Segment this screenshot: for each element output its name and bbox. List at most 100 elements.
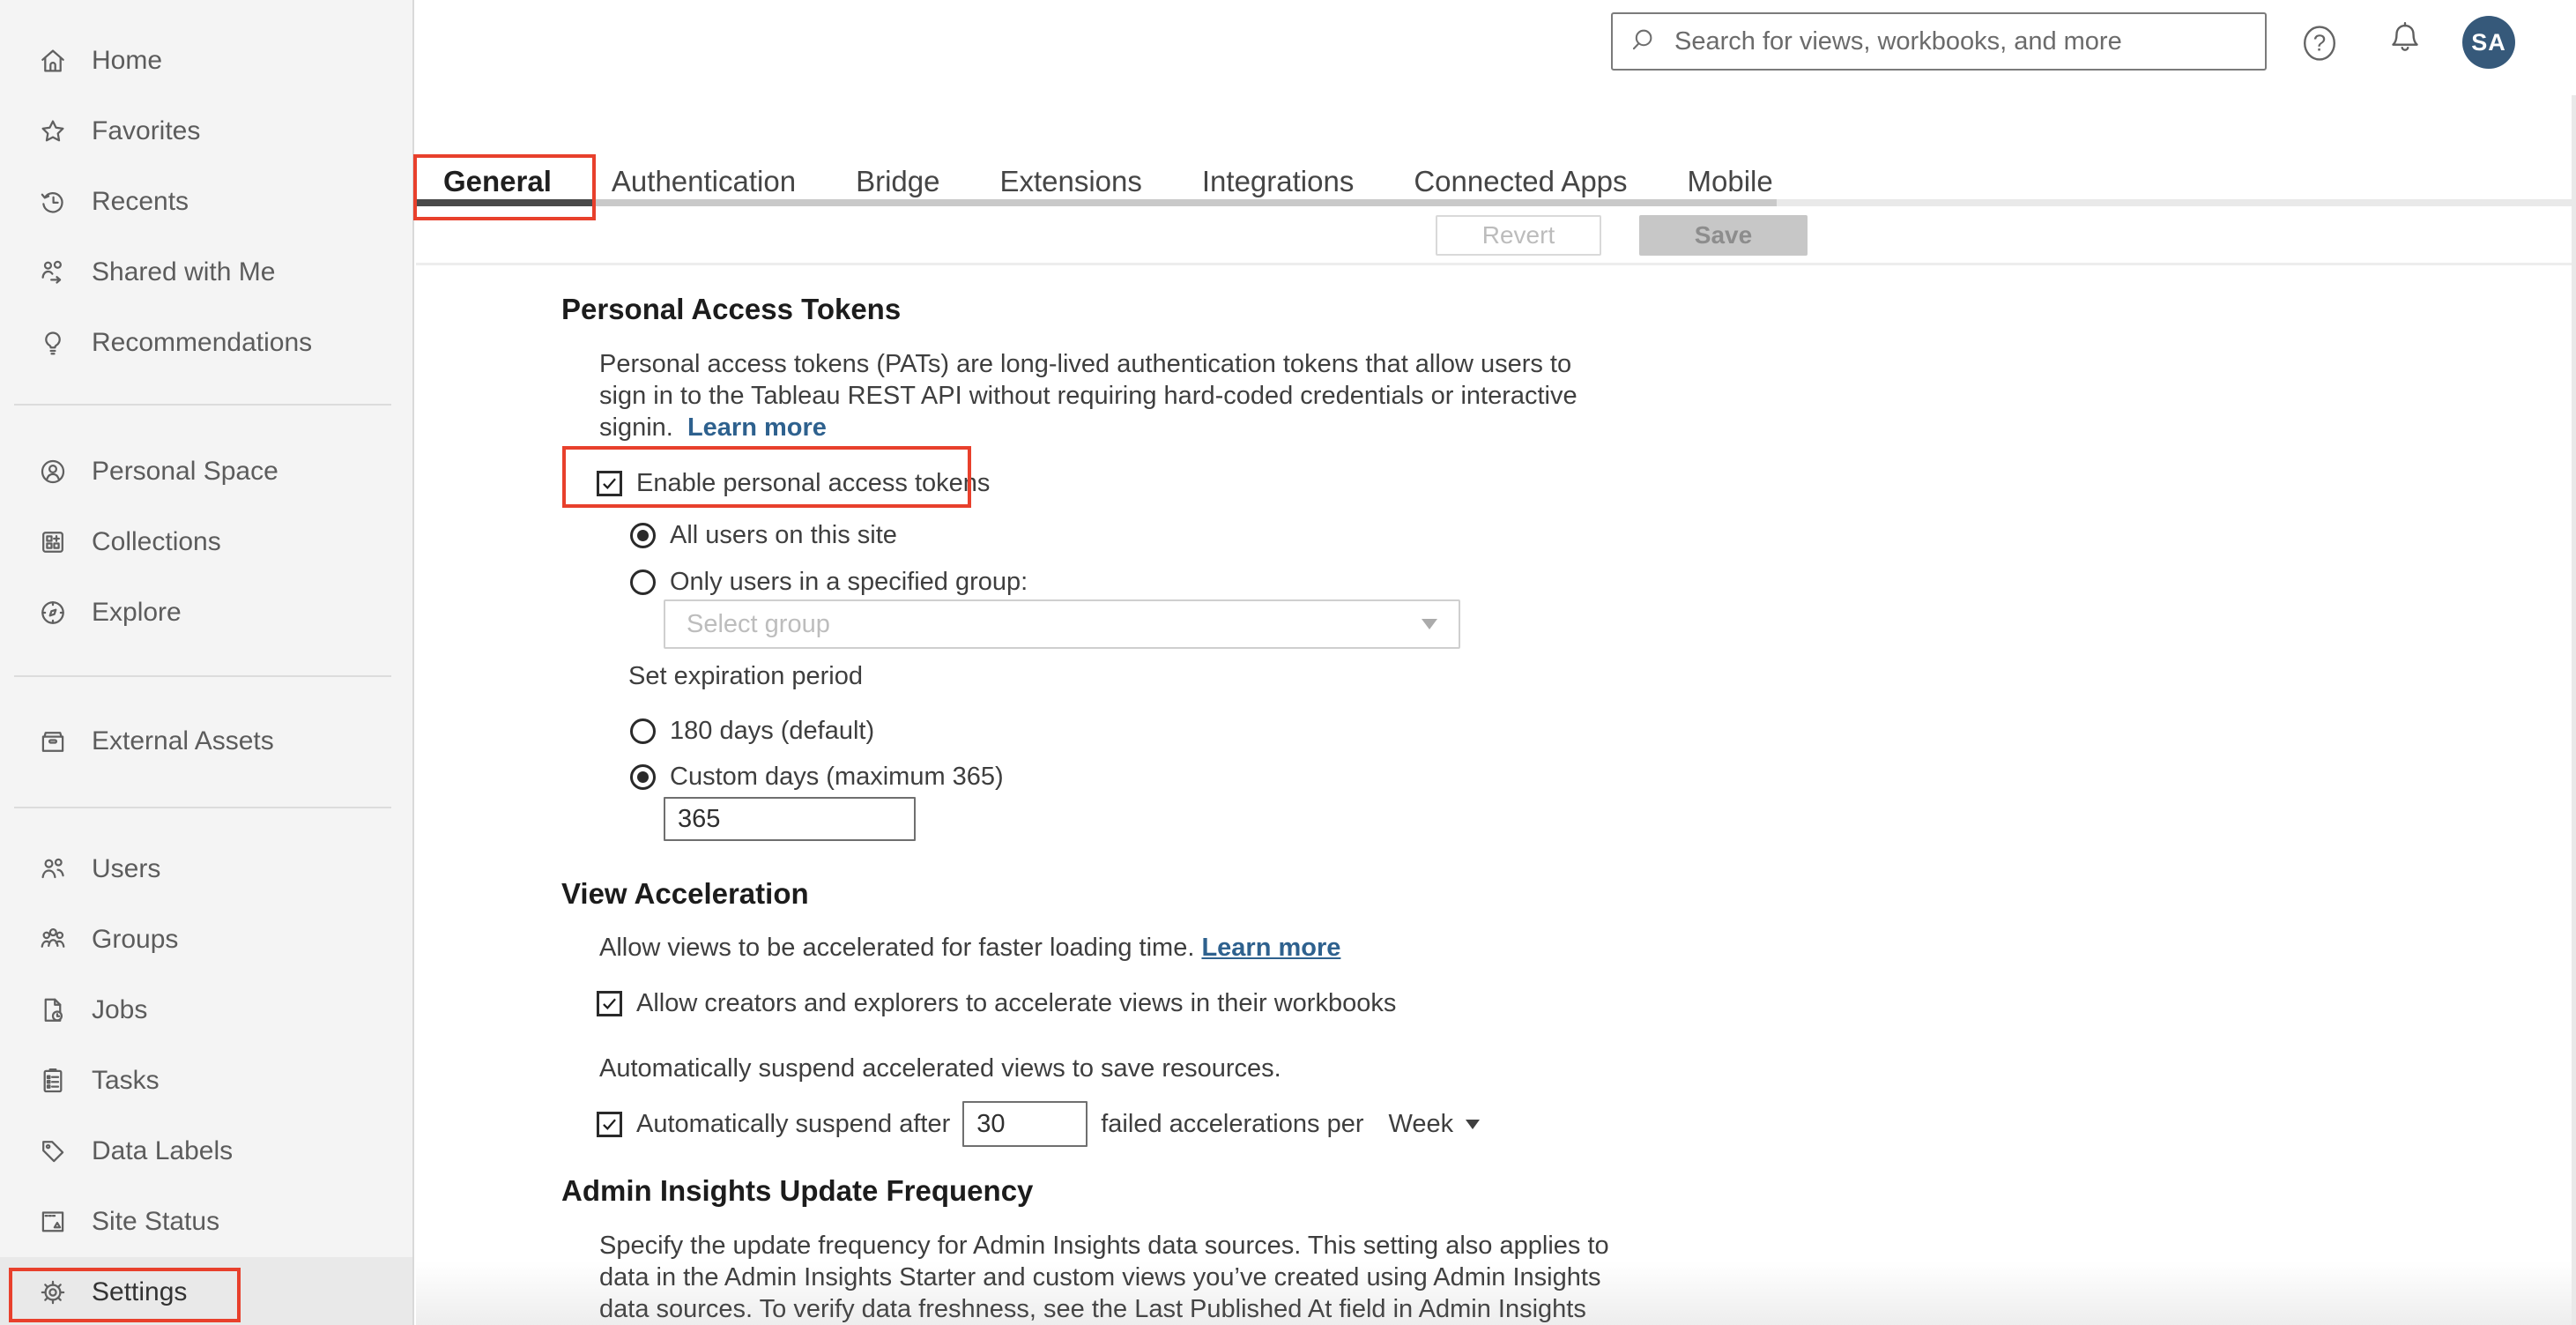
tab-integrations[interactable]: Integrations: [1172, 162, 1384, 201]
admin-insights-title: Admin Insights Update Frequency: [561, 1174, 1034, 1207]
tab-general[interactable]: General: [416, 162, 582, 201]
custom-days-input[interactable]: [664, 797, 916, 841]
pat-scope-group-radio[interactable]: [630, 569, 656, 595]
sidebar-item-label: Shared with Me: [92, 257, 276, 287]
sidebar-item-label: Collections: [92, 527, 221, 556]
tab-connected-apps[interactable]: Connected Apps: [1384, 162, 1657, 201]
explore-icon: [41, 601, 64, 624]
sidebar-item-shared-with-me[interactable]: Shared with Me: [0, 237, 412, 308]
sidebar-item-label: Tasks: [92, 1066, 160, 1095]
sidebar-item-recents[interactable]: Recents: [0, 167, 412, 237]
tab-extensions[interactable]: Extensions: [969, 162, 1171, 201]
toolbar-divider: [416, 263, 2576, 265]
recents-icon: [41, 192, 63, 213]
view-acceleration-description: Allow views to be accelerated for faster…: [599, 933, 1341, 963]
sidebar-item-settings[interactable]: Settings: [0, 1257, 412, 1325]
sidebar-item-label: Site Status: [92, 1207, 220, 1236]
tasks-icon: [43, 1068, 63, 1093]
pat-scope-group-label: Only users in a specified group:: [670, 567, 1028, 596]
checkmark-icon: [603, 478, 616, 489]
pat-scope-all-radio[interactable]: [630, 522, 656, 548]
sidebar-item-label: Settings: [92, 1277, 188, 1306]
sidebar-item-site-status[interactable]: Site Status: [0, 1187, 412, 1257]
site-status-icon: [41, 1211, 64, 1232]
failed-accelerations-input[interactable]: [962, 1101, 1088, 1147]
settings-tab-bar: General Authentication Bridge Extensions…: [416, 162, 1803, 201]
expiration-default-label: 180 days (default): [670, 716, 875, 745]
sidebar-divider: [14, 404, 391, 406]
users-icon: [41, 858, 64, 879]
user-avatar[interactable]: SA: [2462, 16, 2515, 69]
bell-icon: [2392, 22, 2418, 51]
sidebar-item-explore[interactable]: Explore: [0, 577, 412, 648]
search-input[interactable]: [1673, 19, 2265, 64]
global-search[interactable]: [1611, 12, 2267, 71]
group-select-placeholder: Select group: [687, 609, 830, 638]
sidebar-item-tasks[interactable]: Tasks: [0, 1046, 412, 1116]
sidebar-item-external-assets[interactable]: External Assets: [0, 706, 412, 777]
sidebar-item-favorites[interactable]: Favorites: [0, 96, 412, 167]
sidebar-item-recommendations[interactable]: Recommendations: [0, 308, 412, 378]
checkmark-icon: [603, 998, 616, 1009]
expiration-custom-row: Custom days (maximum 365): [630, 758, 1004, 795]
pat-description: Personal access tokens (PATs) are long-l…: [599, 350, 1578, 442]
sidebar-item-label: Explore: [92, 598, 182, 627]
sidebar-item-data-labels[interactable]: Data Labels: [0, 1116, 412, 1187]
recommendations-icon: [45, 331, 61, 355]
expiration-default-row: 180 days (default): [630, 712, 874, 749]
groups-icon: [41, 928, 65, 948]
allow-acceleration-checkbox[interactable]: [597, 990, 622, 1016]
group-select[interactable]: Select group: [664, 599, 1460, 649]
allow-acceleration-label: Allow creators and explorers to accelera…: [636, 988, 1397, 1017]
sidebar-item-home[interactable]: Home: [0, 26, 412, 96]
tab-underline-active: [416, 199, 592, 206]
pat-scope-all-row: All users on this site: [630, 517, 897, 554]
allow-acceleration-row: Allow creators and explorers to accelera…: [597, 985, 1396, 1022]
sidebar: Home Favorites Recents Shared with Me Re…: [0, 0, 414, 1325]
scrollbar[interactable]: [2572, 95, 2576, 1325]
pat-learn-more-link[interactable]: Learn more: [687, 413, 827, 442]
sidebar-item-jobs[interactable]: Jobs: [0, 975, 412, 1046]
auto-suspend-row: Automatically suspend after failed accel…: [597, 1100, 1481, 1148]
revert-button[interactable]: Revert: [1436, 215, 1601, 256]
sidebar-item-groups[interactable]: Groups: [0, 904, 412, 975]
sidebar-item-label: Data Labels: [92, 1136, 234, 1165]
auto-suspend-suffix-label: failed accelerations per: [1101, 1109, 1364, 1138]
sidebar-item-label: External Assets: [92, 726, 274, 756]
auto-suspend-checkbox[interactable]: [597, 1111, 622, 1137]
sidebar-item-label: Users: [92, 854, 161, 883]
suspend-period-select[interactable]: Week: [1388, 1110, 1453, 1139]
home-icon: [41, 49, 64, 72]
sidebar-item-personal-space[interactable]: Personal Space: [0, 436, 412, 507]
sidebar-item-label: Jobs: [92, 995, 148, 1024]
sidebar-item-label: Recents: [92, 187, 189, 216]
svg-text:?: ?: [2313, 30, 2326, 56]
shared-with-me-icon: [41, 260, 62, 284]
help-button[interactable]: ?: [2297, 20, 2342, 71]
checkmark-icon: [603, 1119, 616, 1130]
enable-pat-checkbox[interactable]: [597, 470, 622, 496]
tab-mobile[interactable]: Mobile: [1658, 162, 1803, 201]
chevron-down-icon: [1422, 619, 1437, 629]
sidebar-item-collections[interactable]: Collections: [0, 507, 412, 577]
sidebar-item-users[interactable]: Users: [0, 834, 412, 904]
sidebar-item-label: Personal Space: [92, 457, 278, 486]
data-labels-icon: [42, 1141, 64, 1163]
pat-scope-all-label: All users on this site: [670, 520, 897, 549]
tableau-site-settings-page: Home Favorites Recents Shared with Me Re…: [0, 0, 2576, 1325]
personal-space-icon: [41, 459, 65, 484]
expiration-custom-radio[interactable]: [630, 763, 656, 790]
expiration-default-radio[interactable]: [630, 718, 656, 744]
view-acceleration-learn-more-link[interactable]: Learn more: [1201, 934, 1340, 963]
enable-pat-label: Enable personal access tokens: [636, 468, 991, 497]
tab-authentication[interactable]: Authentication: [582, 162, 826, 201]
tab-bridge[interactable]: Bridge: [826, 162, 969, 201]
chevron-down-icon[interactable]: [1466, 1119, 1481, 1129]
collections-icon: [42, 532, 63, 553]
help-icon: ?: [2304, 26, 2335, 61]
auto-suspend-prefix-label: Automatically suspend after: [636, 1109, 951, 1138]
notifications-button[interactable]: [2382, 19, 2428, 69]
pat-section-title: Personal Access Tokens: [561, 293, 902, 325]
pat-scope-group-row: Only users in a specified group:: [630, 563, 1028, 600]
save-button[interactable]: Save: [1639, 215, 1808, 256]
